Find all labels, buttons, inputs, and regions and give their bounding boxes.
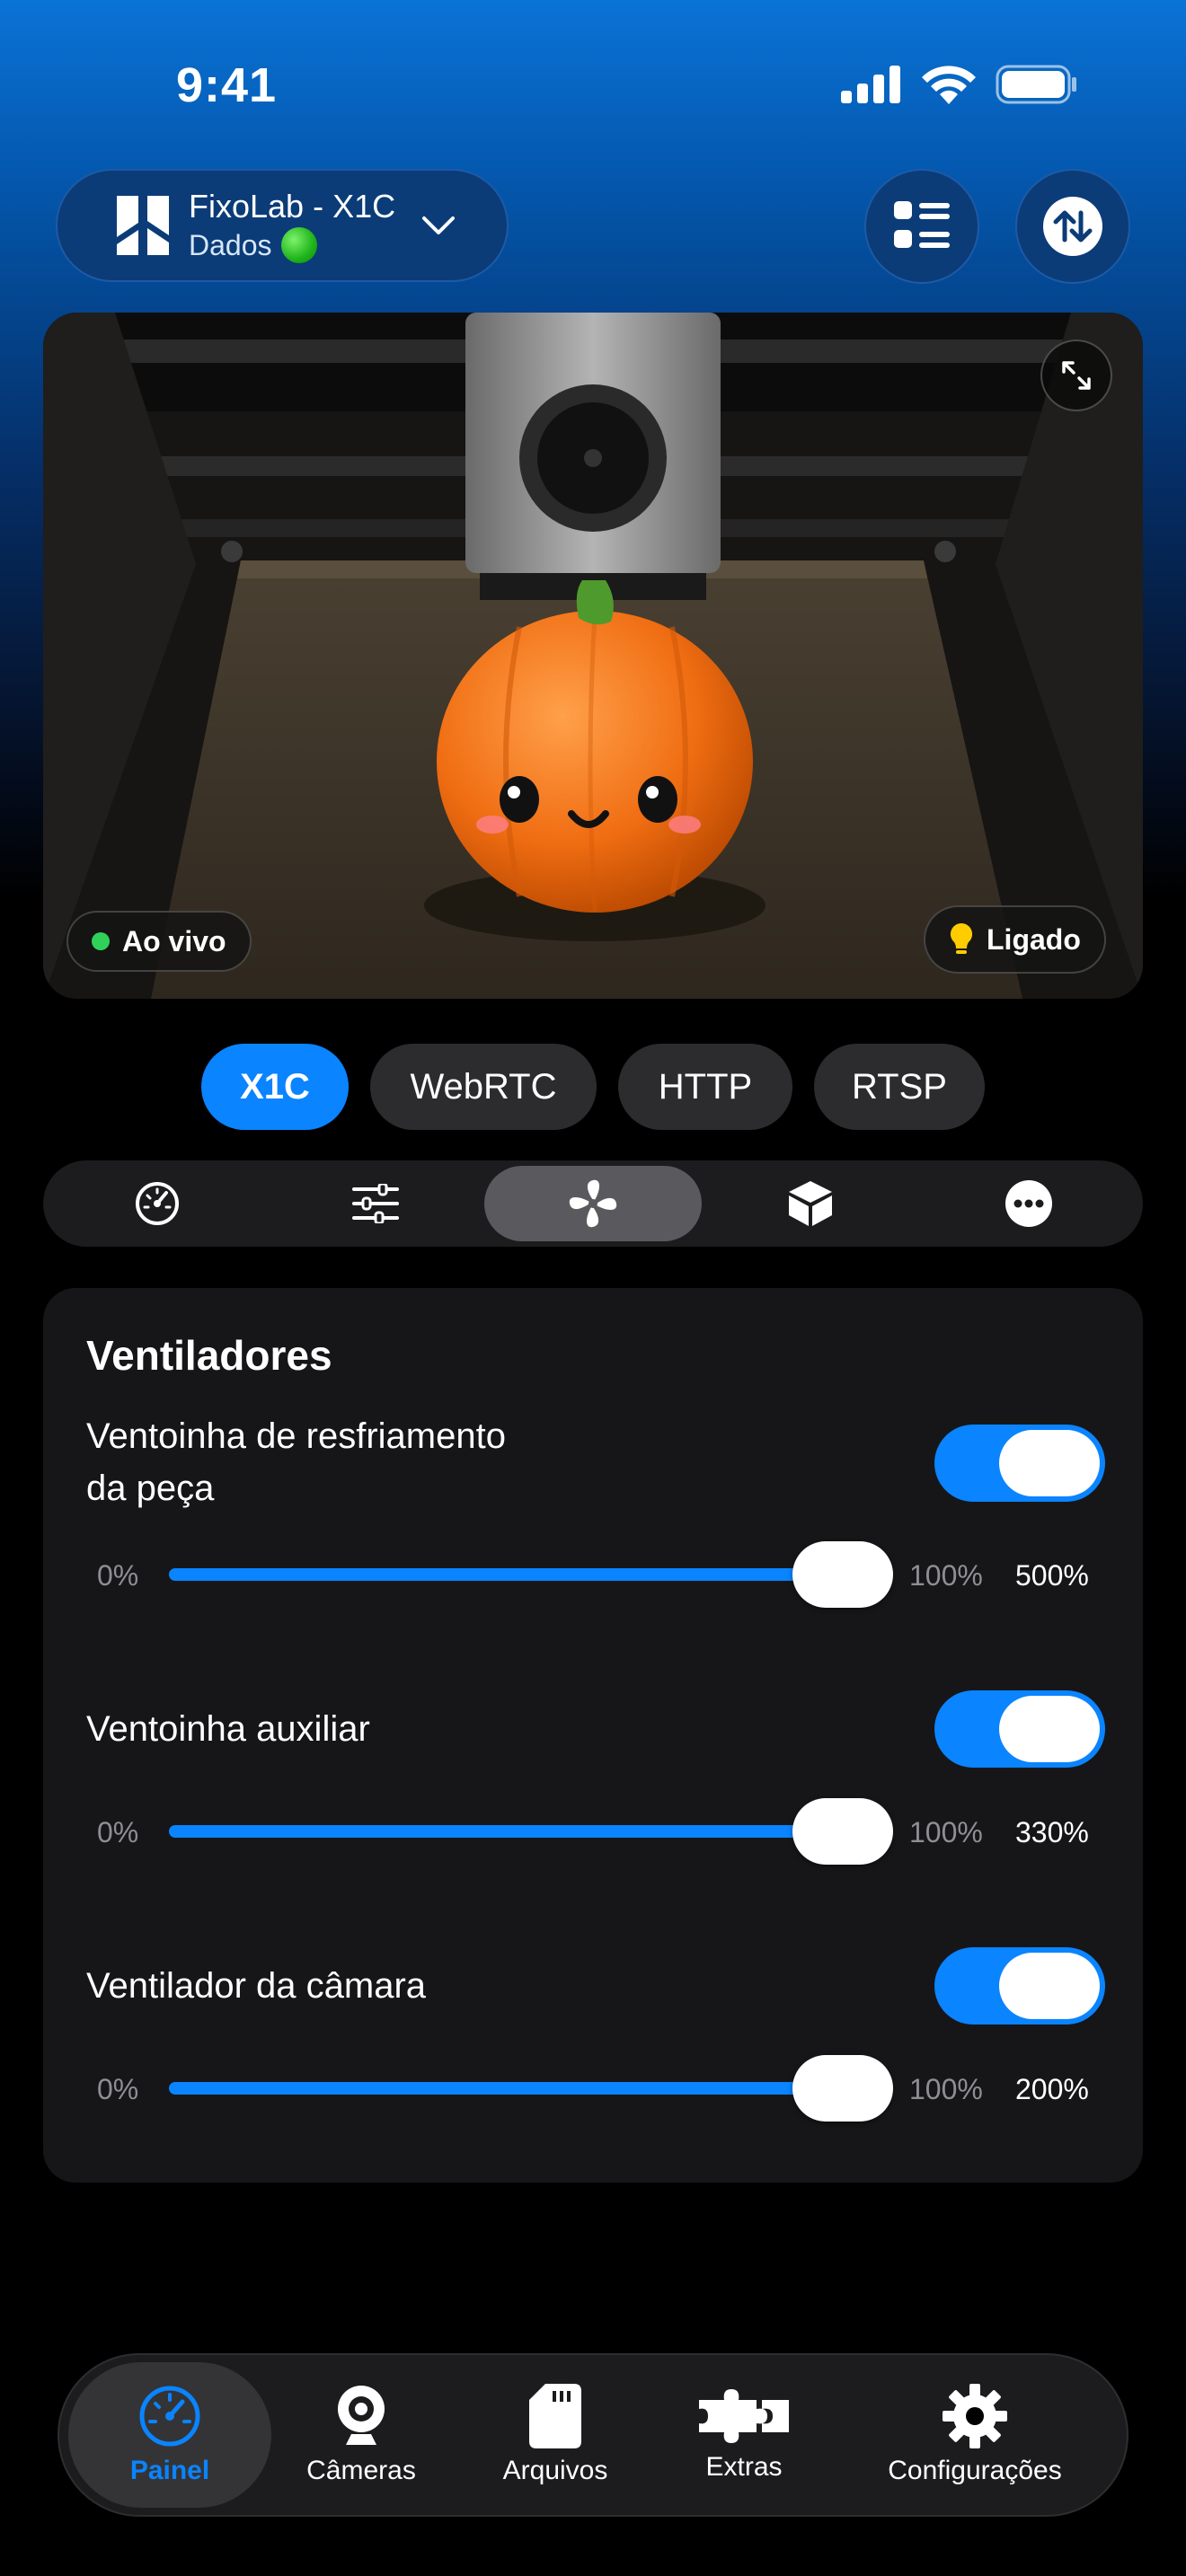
slider-min-label: 0% (97, 2073, 139, 2105)
transfer-button[interactable] (1015, 169, 1130, 284)
box-icon (789, 1181, 833, 1226)
aux-fan-value: 330% (1015, 1816, 1089, 1848)
part-cooling-fan-slider-track[interactable] (169, 1568, 884, 1581)
sliders-icon (351, 1184, 399, 1223)
fullscreen-button[interactable] (1040, 340, 1112, 411)
sd-card-icon (529, 2384, 581, 2448)
fan-icon (569, 1179, 617, 1228)
webcam-icon (338, 2386, 385, 2445)
tab-configuracoes[interactable]: Configurações (873, 2362, 1076, 2508)
fan-label-line: Ventoinha de resfriamento (86, 1416, 506, 1456)
chamber-fan-label: Ventilador da câmara (86, 1966, 427, 2006)
live-badge: Ao vivo (66, 911, 252, 972)
arrows-up-down-icon (1043, 197, 1102, 256)
segment-more[interactable] (920, 1166, 1137, 1241)
tab-label: Câmeras (306, 2456, 416, 2485)
more-icon (1005, 1180, 1052, 1227)
tab-extras[interactable]: Extras (672, 2362, 816, 2508)
chamber-fan-slider-track[interactable] (169, 2082, 884, 2095)
aux-fan-slider-track[interactable] (169, 1825, 884, 1838)
part-cooling-fan-slider-thumb[interactable] (792, 1541, 893, 1608)
wifi-icon (922, 66, 976, 104)
connection-status-dot (280, 227, 317, 263)
part-cooling-fan-value: 500% (1015, 1559, 1089, 1592)
chevron-down-icon (422, 216, 456, 234)
gauge-icon (139, 2386, 200, 2447)
segment-controls[interactable] (266, 1166, 483, 1241)
list-icon (894, 201, 950, 248)
source-chip-http[interactable]: HTTP (618, 1044, 792, 1130)
source-chip-rtsp[interactable]: RTSP (814, 1044, 985, 1130)
tab-label: Painel (129, 2456, 210, 2485)
aux-fan-slider-thumb[interactable] (792, 1798, 893, 1865)
fan-label-line: da peça (86, 1469, 215, 1508)
chamber-fan-value: 200% (1015, 2073, 1089, 2105)
list-view-button[interactable] (864, 169, 979, 284)
puzzle-icon (699, 2389, 789, 2443)
expand-icon (1062, 361, 1091, 390)
bambu-logo-icon (117, 196, 169, 255)
toggle-knob (999, 1696, 1100, 1762)
status-icons (841, 65, 1078, 104)
chamber-fan-slider-thumb[interactable] (792, 2055, 893, 2122)
segment-dashboard[interactable] (49, 1166, 266, 1241)
slider-max-label: 100% (909, 1559, 983, 1592)
slider-max-label: 100% (909, 2073, 983, 2105)
battery-icon (996, 65, 1076, 104)
printer-subtitle: Dados (189, 229, 272, 261)
aux-fan-toggle[interactable] (934, 1690, 1105, 1768)
light-toggle-badge[interactable]: Ligado (924, 905, 1106, 974)
part-cooling-fan-label: Ventoinha de resfriamento da peça (86, 1410, 506, 1514)
tab-arquivos[interactable]: Arquivos (476, 2362, 634, 2508)
fans-title: Ventiladores (86, 1332, 332, 1379)
status-time: 9:41 (176, 58, 278, 112)
source-chip-x1c[interactable]: X1C (201, 1044, 349, 1130)
toggle-knob (999, 1953, 1100, 2019)
segment-fans[interactable] (483, 1166, 703, 1241)
toggle-knob (999, 1430, 1100, 1496)
slider-min-label: 0% (97, 1816, 139, 1848)
stream-source-selector: X1C WebRTC HTTP RTSP (0, 1044, 1186, 1130)
slider-max-label: 100% (909, 1816, 983, 1848)
tab-cameras[interactable]: Câmeras (280, 2362, 442, 2508)
control-segment-bar (43, 1160, 1143, 1247)
gear-icon (943, 2384, 1007, 2448)
camera-feed[interactable]: Ao vivo Ligado (43, 313, 1143, 999)
tab-label: Arquivos (502, 2456, 608, 2485)
aux-fan-label: Ventoinha auxiliar (86, 1709, 370, 1749)
part-cooling-fan-toggle[interactable] (934, 1425, 1105, 1502)
lightbulb-icon (950, 922, 973, 954)
tab-label: Configurações (888, 2456, 1062, 2485)
live-dot-icon (92, 932, 110, 950)
segment-filament[interactable] (702, 1166, 919, 1241)
tab-label: Extras (705, 2452, 783, 2482)
chamber-fan-toggle[interactable] (934, 1947, 1105, 2025)
cellular-signal-icon (841, 66, 900, 103)
source-chip-webrtc[interactable]: WebRTC (370, 1044, 597, 1130)
speedometer-icon (136, 1182, 180, 1225)
live-label: Ao vivo (122, 924, 226, 957)
tab-painel[interactable]: Painel (68, 2362, 271, 2508)
printer-selector[interactable]: FixoLab - X1C Dados (56, 169, 509, 282)
slider-min-label: 0% (97, 1559, 139, 1592)
printer-name: FixoLab - X1C (189, 188, 396, 225)
light-label: Ligado (987, 922, 1081, 956)
printer-camera-image (43, 313, 1143, 999)
